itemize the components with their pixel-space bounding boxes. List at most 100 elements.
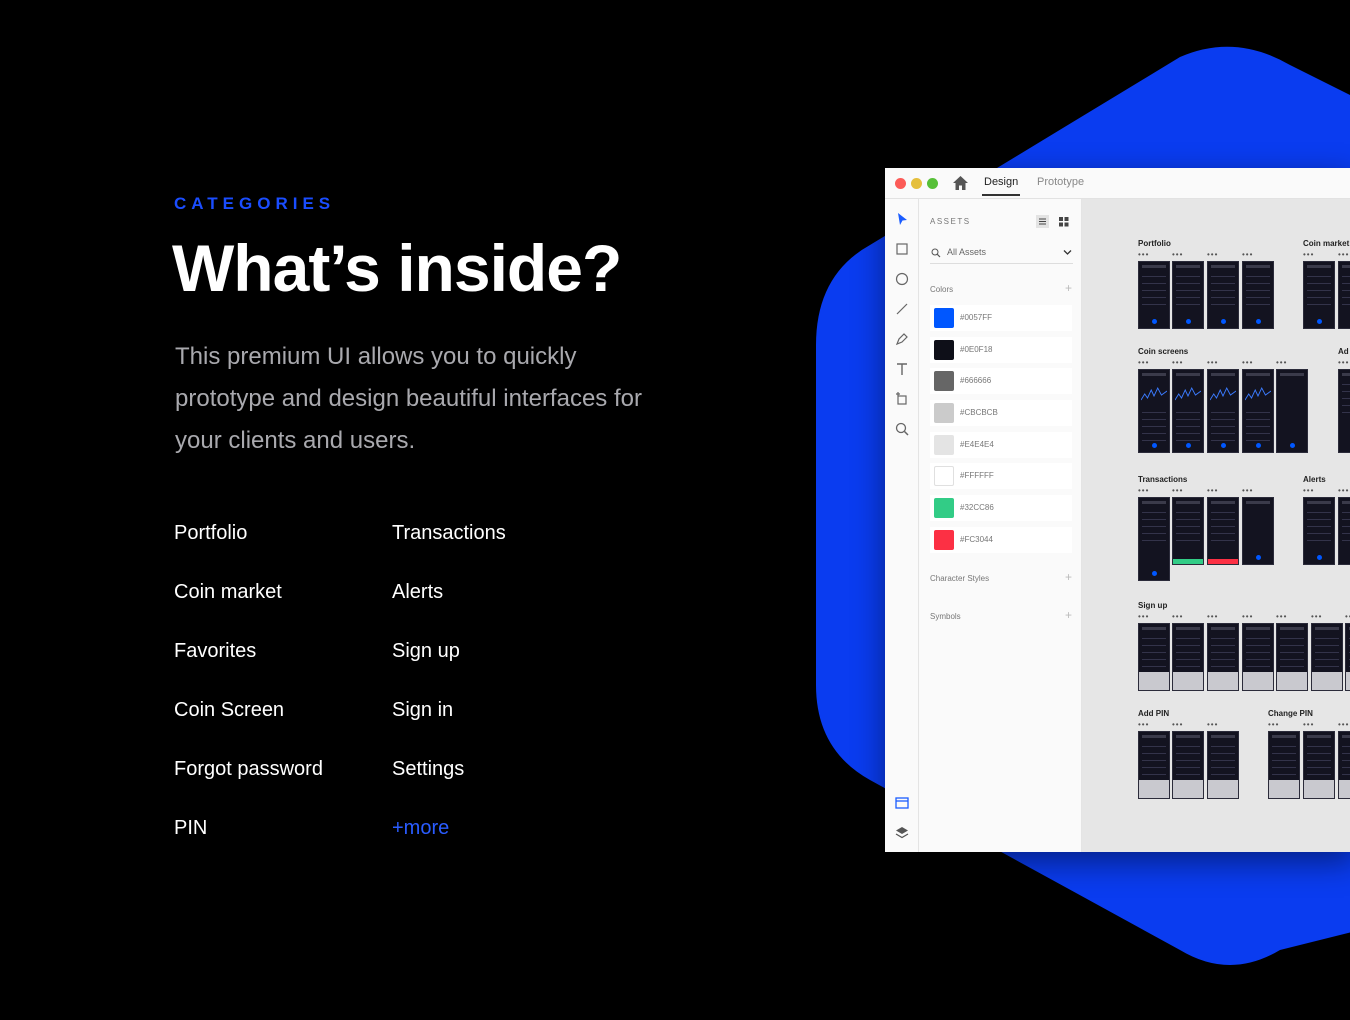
artboard-thumbnail[interactable]: [1172, 261, 1204, 329]
color-swatch-row[interactable]: #FFFFFF: [930, 463, 1072, 489]
artboard-thumbnail[interactable]: [1242, 497, 1274, 565]
artboard-menu-icon[interactable]: •••: [1303, 486, 1314, 495]
chevron-down-icon[interactable]: [1063, 249, 1072, 256]
artboard-thumbnail[interactable]: [1138, 261, 1170, 329]
artboard-thumbnail[interactable]: [1276, 623, 1308, 691]
rectangle-tool-icon[interactable]: [894, 241, 910, 257]
artboard-thumbnail[interactable]: [1242, 261, 1274, 329]
artboard-menu-icon[interactable]: •••: [1172, 358, 1183, 367]
artboard-menu-icon[interactable]: •••: [1345, 612, 1350, 621]
artboard-menu-icon[interactable]: •••: [1303, 720, 1314, 729]
artboard-thumbnail[interactable]: [1303, 497, 1335, 565]
artboard-menu-icon[interactable]: •••: [1338, 250, 1349, 259]
add-symbol-icon[interactable]: +: [1065, 608, 1072, 622]
color-swatch-row[interactable]: #0E0F18: [930, 337, 1072, 363]
artboard-thumbnail[interactable]: [1138, 623, 1170, 691]
artboard-thumbnail[interactable]: [1268, 731, 1300, 799]
color-swatch-row[interactable]: #FC3044: [930, 527, 1072, 553]
artboard-tool-icon[interactable]: [894, 391, 910, 407]
artboard-thumbnail[interactable]: [1303, 731, 1335, 799]
artboard-menu-icon[interactable]: •••: [1138, 486, 1149, 495]
artboard-menu-icon[interactable]: •••: [1338, 486, 1349, 495]
assets-panel-icon[interactable]: [894, 795, 910, 811]
artboard-thumbnail[interactable]: [1207, 731, 1239, 799]
list-view-icon[interactable]: [1036, 215, 1049, 228]
artboard-thumbnail[interactable]: [1138, 369, 1170, 453]
text-tool-icon[interactable]: [894, 361, 910, 377]
artboard-menu-icon[interactable]: •••: [1311, 612, 1322, 621]
artboard-thumbnail[interactable]: [1242, 369, 1274, 453]
more-link[interactable]: +more: [392, 813, 592, 872]
artboard-menu-icon[interactable]: •••: [1138, 612, 1149, 621]
artboard-thumbnail[interactable]: [1207, 261, 1239, 329]
artboard-menu-icon[interactable]: •••: [1138, 250, 1149, 259]
minimize-window-button[interactable]: [911, 178, 922, 189]
artboard-canvas[interactable]: Portfolio Coin market Coin screens Ad Tr…: [1082, 199, 1350, 852]
artboard-menu-icon[interactable]: •••: [1338, 358, 1349, 367]
artboard-menu-icon[interactable]: •••: [1172, 720, 1183, 729]
artboard-thumbnail[interactable]: [1276, 369, 1308, 453]
artboard-thumbnail[interactable]: [1338, 731, 1350, 799]
artboard-thumbnail[interactable]: [1345, 623, 1350, 691]
group-label-coin-screens: Coin screens: [1138, 347, 1189, 356]
artboard-menu-icon[interactable]: •••: [1242, 612, 1253, 621]
color-swatch-row[interactable]: #666666: [930, 368, 1072, 394]
artboard-menu-icon[interactable]: •••: [1268, 720, 1279, 729]
grid-view-icon[interactable]: [1057, 215, 1070, 228]
artboard-menu-icon[interactable]: •••: [1138, 358, 1149, 367]
tab-design[interactable]: Design: [981, 176, 1021, 196]
artboard-menu-icon[interactable]: •••: [1242, 358, 1253, 367]
artboard-thumbnail[interactable]: [1207, 369, 1239, 453]
artboard-menu-icon[interactable]: •••: [1207, 720, 1218, 729]
design-app-window: Design Prototype ASSETS All Assets Color…: [885, 168, 1350, 852]
line-tool-icon[interactable]: [894, 301, 910, 317]
artboard-thumbnail[interactable]: [1138, 497, 1170, 581]
artboard-menu-icon[interactable]: •••: [1207, 250, 1218, 259]
artboard-menu-icon[interactable]: •••: [1242, 250, 1253, 259]
maximize-window-button[interactable]: [927, 178, 938, 189]
color-swatch-row[interactable]: #0057FF: [930, 305, 1072, 331]
artboard-thumbnail[interactable]: [1172, 731, 1204, 799]
category-list: Portfolio Transactions Coin market Alert…: [174, 518, 594, 872]
artboard-thumbnail[interactable]: [1172, 497, 1204, 565]
select-tool-icon[interactable]: [894, 211, 910, 227]
artboard-thumbnail[interactable]: [1338, 261, 1350, 329]
add-color-icon[interactable]: +: [1065, 281, 1072, 295]
title-bar: Design Prototype: [885, 168, 1350, 199]
artboard-menu-icon[interactable]: •••: [1172, 486, 1183, 495]
artboard-thumbnail[interactable]: [1207, 623, 1239, 691]
artboard-menu-icon[interactable]: •••: [1338, 720, 1349, 729]
assets-search-input[interactable]: All Assets: [930, 243, 1073, 264]
artboard-menu-icon[interactable]: •••: [1172, 612, 1183, 621]
color-swatch-row[interactable]: #CBCBCB: [930, 400, 1072, 426]
add-character-style-icon[interactable]: +: [1065, 570, 1072, 584]
artboard-thumbnail[interactable]: [1207, 497, 1239, 565]
pen-tool-icon[interactable]: [894, 331, 910, 347]
group-label-coin-market: Coin market: [1303, 239, 1350, 248]
color-swatch-row[interactable]: #E4E4E4: [930, 432, 1072, 458]
artboard-menu-icon[interactable]: •••: [1207, 486, 1218, 495]
artboard-thumbnail[interactable]: [1338, 369, 1350, 453]
tab-prototype[interactable]: Prototype: [1037, 176, 1084, 188]
artboard-thumbnail[interactable]: [1338, 497, 1350, 565]
artboard-thumbnail[interactable]: [1172, 623, 1204, 691]
artboard-thumbnail[interactable]: [1311, 623, 1343, 691]
zoom-tool-icon[interactable]: [894, 421, 910, 437]
artboard-menu-icon[interactable]: •••: [1207, 612, 1218, 621]
artboard-thumbnail[interactable]: [1242, 623, 1274, 691]
artboard-thumbnail[interactable]: [1172, 369, 1204, 453]
artboard-menu-icon[interactable]: •••: [1207, 358, 1218, 367]
home-icon[interactable]: [952, 175, 969, 191]
artboard-thumbnail[interactable]: [1303, 261, 1335, 329]
close-window-button[interactable]: [895, 178, 906, 189]
artboard-menu-icon[interactable]: •••: [1138, 720, 1149, 729]
artboard-menu-icon[interactable]: •••: [1276, 612, 1287, 621]
layers-panel-icon[interactable]: [894, 825, 910, 841]
artboard-menu-icon[interactable]: •••: [1276, 358, 1287, 367]
color-swatch-row[interactable]: #32CC86: [930, 495, 1072, 521]
artboard-thumbnail[interactable]: [1138, 731, 1170, 799]
artboard-menu-icon[interactable]: •••: [1303, 250, 1314, 259]
artboard-menu-icon[interactable]: •••: [1172, 250, 1183, 259]
ellipse-tool-icon[interactable]: [894, 271, 910, 287]
artboard-menu-icon[interactable]: •••: [1242, 486, 1253, 495]
